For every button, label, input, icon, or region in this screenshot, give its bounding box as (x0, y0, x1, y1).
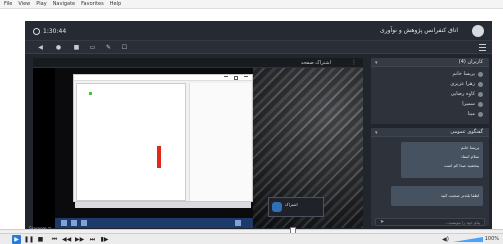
menu-view[interactable]: View (18, 0, 30, 9)
participant-row[interactable]: مینا (468, 110, 483, 118)
participants-panel: ▾ کاربران (4) پریسا خانم زهرا عزیزی کاوه… (371, 58, 489, 124)
chat-input[interactable]: پیام خود را بنویسید... ➤ (375, 218, 485, 226)
whiteboard-icon[interactable]: ✎ (105, 44, 112, 51)
notification-icon (272, 202, 282, 212)
chat-placeholder: پیام خود را بنویسید... (444, 220, 480, 225)
shared-taskbar (55, 218, 253, 228)
frame-step-icon[interactable]: ▮▶ (100, 235, 109, 244)
chat-message: پریسا خانم سلام استاد ببخشید صدا کم است (401, 142, 483, 178)
participant-name: سمیرا (462, 101, 475, 107)
room-title: اتاق کنفرانس پژوهش و نوآوری (380, 27, 458, 34)
user-icon (478, 91, 483, 97)
participant-row[interactable]: پریسا خانم (453, 70, 483, 78)
menu-play[interactable]: Play (36, 0, 46, 9)
window-side-pane (189, 83, 251, 201)
close-icon (244, 76, 248, 79)
app-toolbar: ◀ ● ■ ▭ ✎ ☐ (25, 41, 492, 54)
timer-text: 1:30:44 (43, 27, 67, 35)
next-icon[interactable]: ⏭ (88, 235, 97, 244)
webinar-app: 1:30:44 اتاق کنفرانس پژوهش و نوآوری ◀ ● … (25, 21, 492, 231)
user-icon (478, 101, 483, 107)
participant-row[interactable]: زهرا عزیزی (450, 80, 483, 88)
user-icon (478, 71, 483, 77)
play-icon[interactable]: ▶ (12, 235, 21, 244)
chat-panel: ▾ گفتگوی عمومی پریسا خانم سلام استاد ببخ… (371, 128, 489, 226)
previous-icon[interactable]: ⏮ (50, 235, 59, 244)
shared-app-window (73, 74, 253, 202)
participant-row[interactable]: کاوه رضایی (451, 90, 483, 98)
chat-message-text: پریسا خانم (461, 145, 479, 150)
menu-bar: File View Play Navigate Favorites Help (0, 0, 503, 9)
fast-forward-icon[interactable]: ▶▶ (75, 235, 84, 244)
participant-name: زهرا عزیزی (450, 81, 475, 87)
pause-icon[interactable]: ❚❚ (24, 235, 34, 244)
microphone-icon[interactable]: ● (55, 44, 62, 51)
chat-message-text: ببخشید صدا کم است (443, 163, 479, 168)
window-titlebar (74, 75, 252, 81)
collapse-icon[interactable]: ▾ (375, 60, 378, 66)
volume-icon[interactable]: ◀) (442, 235, 449, 244)
collapse-icon[interactable]: ▾ (375, 130, 378, 136)
speaker-icon[interactable]: ◀ (37, 44, 44, 51)
clock-icon (33, 27, 40, 35)
taskbar-icon (61, 220, 67, 226)
participants-title: کاربران (4) (458, 59, 483, 65)
player-controls: ▶ ❚❚ ■ ⏮ ◀◀ ▶▶ ⏭ ▮▶ ◀) 100% (0, 233, 503, 244)
volume-slider[interactable] (453, 237, 483, 242)
maximize-icon (234, 76, 238, 80)
menu-navigate[interactable]: Navigate (53, 0, 75, 9)
file-icon[interactable]: ☐ (121, 44, 128, 51)
screen-share-icon[interactable]: ▭ (89, 44, 96, 51)
more-icon[interactable]: ⋮ (351, 59, 357, 66)
participant-name: پریسا خانم (452, 71, 475, 77)
green-dot (89, 92, 92, 95)
chat-title: گفتگوی عمومی (450, 129, 483, 135)
chat-message: لطفا بلندتر صحبت کنید (391, 186, 483, 206)
participant-name: مینا (467, 111, 475, 117)
screen-share-panel: اشتراک صفحه ⋮ اشتراک (33, 58, 363, 228)
taskbar-icon (71, 220, 77, 226)
red-bar-shape (157, 146, 161, 168)
menu-help[interactable]: Help (110, 0, 121, 9)
toast-text: اشتراک (285, 202, 298, 207)
taskbar-icon (81, 220, 87, 226)
window-status-strip (75, 202, 251, 208)
chat-header: ▾ گفتگوی عمومی (371, 128, 489, 137)
send-icon[interactable]: ➤ (380, 220, 386, 225)
notification-toast: اشتراک (268, 197, 324, 217)
menu-favorites[interactable]: Favorites (81, 0, 104, 9)
user-avatar[interactable] (472, 25, 484, 37)
taskbar-icon (235, 220, 241, 226)
share-panel-title: اشتراک صفحه (301, 60, 331, 66)
session-timer: 1:30:44 (33, 26, 66, 36)
menu-icon[interactable] (479, 44, 486, 51)
chat-message-text: لطفا بلندتر صحبت کنید (440, 193, 479, 198)
camera-icon[interactable]: ■ (73, 44, 80, 51)
volume-percent: 100% (484, 236, 499, 242)
user-icon (478, 111, 483, 117)
stop-icon[interactable]: ■ (36, 235, 45, 244)
rewind-icon[interactable]: ◀◀ (62, 235, 71, 244)
player-frame: 1:30:44 اتاق کنفرانس پژوهش و نوآوری ◀ ● … (0, 9, 503, 231)
drawing-canvas (76, 83, 186, 201)
user-icon (478, 81, 483, 87)
share-panel-header: اشتراک صفحه ⋮ (33, 58, 363, 68)
participant-name: کاوه رضایی (450, 91, 475, 97)
app-header: 1:30:44 اتاق کنفرانس پژوهش و نوآوری (25, 21, 492, 41)
participants-header: ▾ کاربران (4) (371, 58, 489, 67)
menu-file[interactable]: File (4, 0, 12, 9)
participant-row[interactable]: سمیرا (462, 100, 483, 108)
chat-message-text: سلام استاد (460, 154, 479, 159)
minimize-icon (224, 76, 228, 79)
